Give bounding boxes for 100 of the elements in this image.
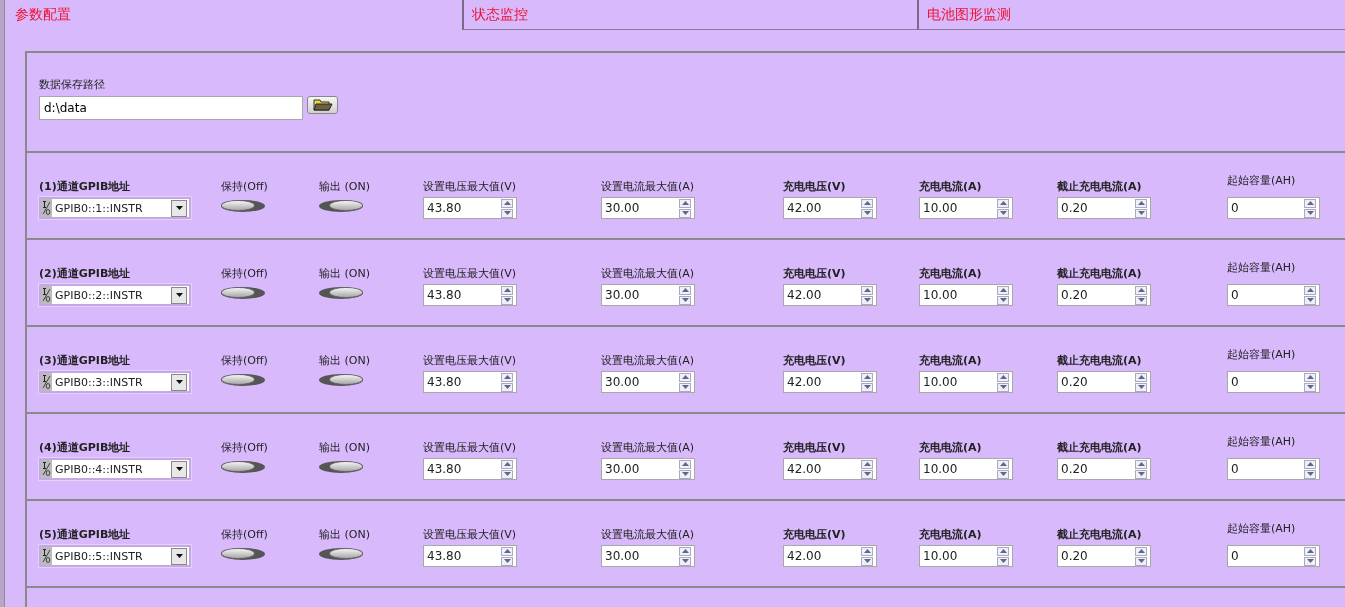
numeric-field[interactable]: 30.00 xyxy=(601,197,695,219)
toggle-switch[interactable] xyxy=(319,461,363,473)
spinner-buttons[interactable] xyxy=(1304,459,1316,479)
field-label: 设置电流最大值(A) xyxy=(601,353,695,368)
spinner-buttons[interactable] xyxy=(501,198,513,218)
numeric-field[interactable]: 0 xyxy=(1227,545,1320,567)
numeric-field[interactable]: 0.20 xyxy=(1057,545,1151,567)
field-label: (5)通道GPIB地址 xyxy=(39,527,131,542)
toggle-switch[interactable] xyxy=(319,200,363,212)
field-label: 截止充电电流(A) xyxy=(1057,527,1142,542)
field-label: 数据保存路径 xyxy=(39,77,106,92)
spinner-buttons[interactable] xyxy=(1304,372,1316,392)
spinner-buttons[interactable] xyxy=(1135,198,1147,218)
numeric-field[interactable]: 10.00 xyxy=(919,284,1013,306)
numeric-field[interactable]: 30.00 xyxy=(601,545,695,567)
spinner-buttons[interactable] xyxy=(997,372,1009,392)
spinner-buttons[interactable] xyxy=(997,459,1009,479)
switch-label: 保持(Off) xyxy=(221,266,268,281)
numeric-field[interactable]: 0.20 xyxy=(1057,458,1151,480)
numeric-field[interactable]: 0.20 xyxy=(1057,371,1151,393)
numeric-field[interactable]: 43.80 xyxy=(423,284,517,306)
spinner-buttons[interactable] xyxy=(1135,372,1147,392)
browse-button[interactable] xyxy=(307,96,338,114)
toggle-switch[interactable] xyxy=(319,374,363,386)
toggle-switch[interactable] xyxy=(221,548,265,560)
spinner-buttons[interactable] xyxy=(501,285,513,305)
toggle-switch[interactable] xyxy=(319,548,363,560)
numeric-field[interactable]: 42.00 xyxy=(783,458,877,480)
io-icon xyxy=(41,286,52,304)
spinner-buttons[interactable] xyxy=(501,546,513,566)
path-field[interactable]: d:\data xyxy=(39,96,303,120)
field-label: 充电电流(A) xyxy=(919,266,982,281)
io-icon xyxy=(41,460,52,478)
spinner-buttons[interactable] xyxy=(997,546,1009,566)
numeric-field[interactable]: 42.00 xyxy=(783,197,877,219)
spinner-buttons[interactable] xyxy=(1304,198,1316,218)
field-label: 设置电压最大值(V) xyxy=(423,527,517,542)
spinner-buttons[interactable] xyxy=(679,459,691,479)
numeric-field[interactable]: 0.20 xyxy=(1057,197,1151,219)
numeric-field[interactable]: 0 xyxy=(1227,284,1320,306)
switch-label: 保持(Off) xyxy=(221,353,268,368)
numeric-field[interactable]: 43.80 xyxy=(423,545,517,567)
switch-label: 保持(Off) xyxy=(221,440,268,455)
address-dropdown[interactable]: GPIB0::3::INSTR xyxy=(39,371,191,393)
field-label: 设置电压最大值(V) xyxy=(423,440,517,455)
spinner-buttons[interactable] xyxy=(679,372,691,392)
field-label: 设置电流最大值(A) xyxy=(601,179,695,194)
field-label: 截止充电电流(A) xyxy=(1057,353,1142,368)
toggle-switch[interactable] xyxy=(221,374,265,386)
numeric-field[interactable]: 0.20 xyxy=(1057,284,1151,306)
spinner-buttons[interactable] xyxy=(861,285,873,305)
numeric-field[interactable]: 0 xyxy=(1227,197,1320,219)
numeric-field[interactable]: 43.80 xyxy=(423,197,517,219)
field-label: 设置电压最大值(V) xyxy=(423,179,517,194)
field-label: 截止充电电流(A) xyxy=(1057,440,1142,455)
spinner-buttons[interactable] xyxy=(679,198,691,218)
numeric-field[interactable]: 42.00 xyxy=(783,371,877,393)
spinner-buttons[interactable] xyxy=(679,285,691,305)
spinner-buttons[interactable] xyxy=(861,372,873,392)
spinner-buttons[interactable] xyxy=(997,285,1009,305)
field-label: 充电电压(V) xyxy=(783,266,846,281)
spinner-buttons[interactable] xyxy=(501,459,513,479)
numeric-field[interactable]: 0 xyxy=(1227,458,1320,480)
numeric-field[interactable]: 0 xyxy=(1227,371,1320,393)
spinner-buttons[interactable] xyxy=(861,198,873,218)
toggle-switch[interactable] xyxy=(221,200,265,212)
toggle-switch[interactable] xyxy=(221,287,265,299)
numeric-field[interactable]: 30.00 xyxy=(601,371,695,393)
numeric-field[interactable]: 42.00 xyxy=(783,284,877,306)
address-dropdown[interactable]: GPIB0::2::INSTR xyxy=(39,284,191,306)
numeric-field[interactable]: 10.00 xyxy=(919,197,1013,219)
numeric-field[interactable]: 30.00 xyxy=(601,284,695,306)
address-dropdown[interactable]: GPIB0::1::INSTR xyxy=(39,197,191,219)
field-label: 设置电流最大值(A) xyxy=(601,527,695,542)
address-dropdown[interactable]: GPIB0::4::INSTR xyxy=(39,458,191,480)
numeric-field[interactable]: 10.00 xyxy=(919,371,1013,393)
numeric-field[interactable]: 43.80 xyxy=(423,371,517,393)
numeric-field[interactable]: 42.00 xyxy=(783,545,877,567)
spinner-buttons[interactable] xyxy=(997,198,1009,218)
spinner-buttons[interactable] xyxy=(861,459,873,479)
spinner-buttons[interactable] xyxy=(861,546,873,566)
numeric-field[interactable]: 43.80 xyxy=(423,458,517,480)
field-label: 截止充电电流(A) xyxy=(1057,179,1142,194)
spinner-buttons[interactable] xyxy=(1304,546,1316,566)
address-dropdown[interactable]: GPIB0::5::INSTR xyxy=(39,545,191,567)
spinner-buttons[interactable] xyxy=(1304,285,1316,305)
numeric-field[interactable]: 10.00 xyxy=(919,545,1013,567)
field-label: 充电电压(V) xyxy=(783,353,846,368)
toggle-switch[interactable] xyxy=(221,461,265,473)
spinner-buttons[interactable] xyxy=(679,546,691,566)
spinner-buttons[interactable] xyxy=(1135,459,1147,479)
numeric-field[interactable]: 10.00 xyxy=(919,458,1013,480)
spinner-buttons[interactable] xyxy=(501,372,513,392)
spinner-buttons[interactable] xyxy=(1135,285,1147,305)
field-label: 设置电压最大值(V) xyxy=(423,353,517,368)
field-label: 充电电压(V) xyxy=(783,179,846,194)
spinner-buttons[interactable] xyxy=(1135,546,1147,566)
switch-label: 保持(Off) xyxy=(221,179,268,194)
toggle-switch[interactable] xyxy=(319,287,363,299)
numeric-field[interactable]: 30.00 xyxy=(601,458,695,480)
